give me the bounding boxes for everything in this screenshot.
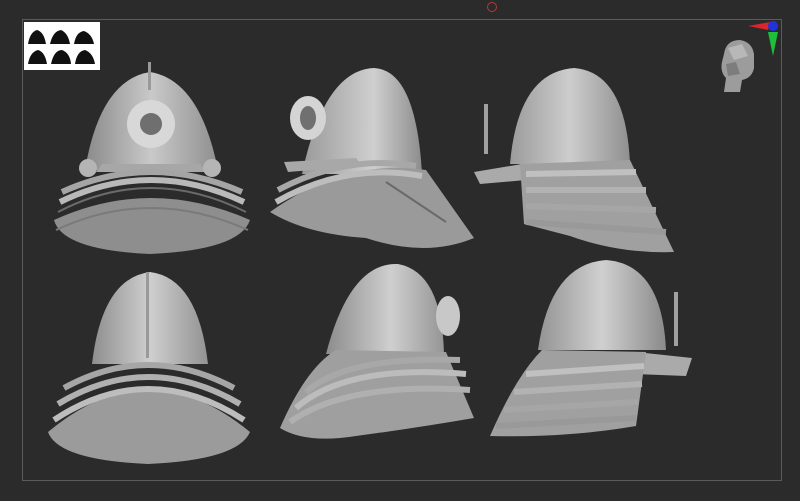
center-target-icon [487,2,497,12]
helmet-three-quarter-view[interactable] [266,62,480,258]
helmet-back-three-quarter-view[interactable] [266,258,480,450]
helmet-other-side-view[interactable] [486,256,698,452]
helmet-side-view[interactable] [470,64,680,258]
3d-viewport[interactable] [0,0,800,501]
helmet-front-view[interactable] [40,60,266,254]
navigation-head-icon[interactable] [712,34,760,96]
helmet-back-view[interactable] [38,268,260,464]
